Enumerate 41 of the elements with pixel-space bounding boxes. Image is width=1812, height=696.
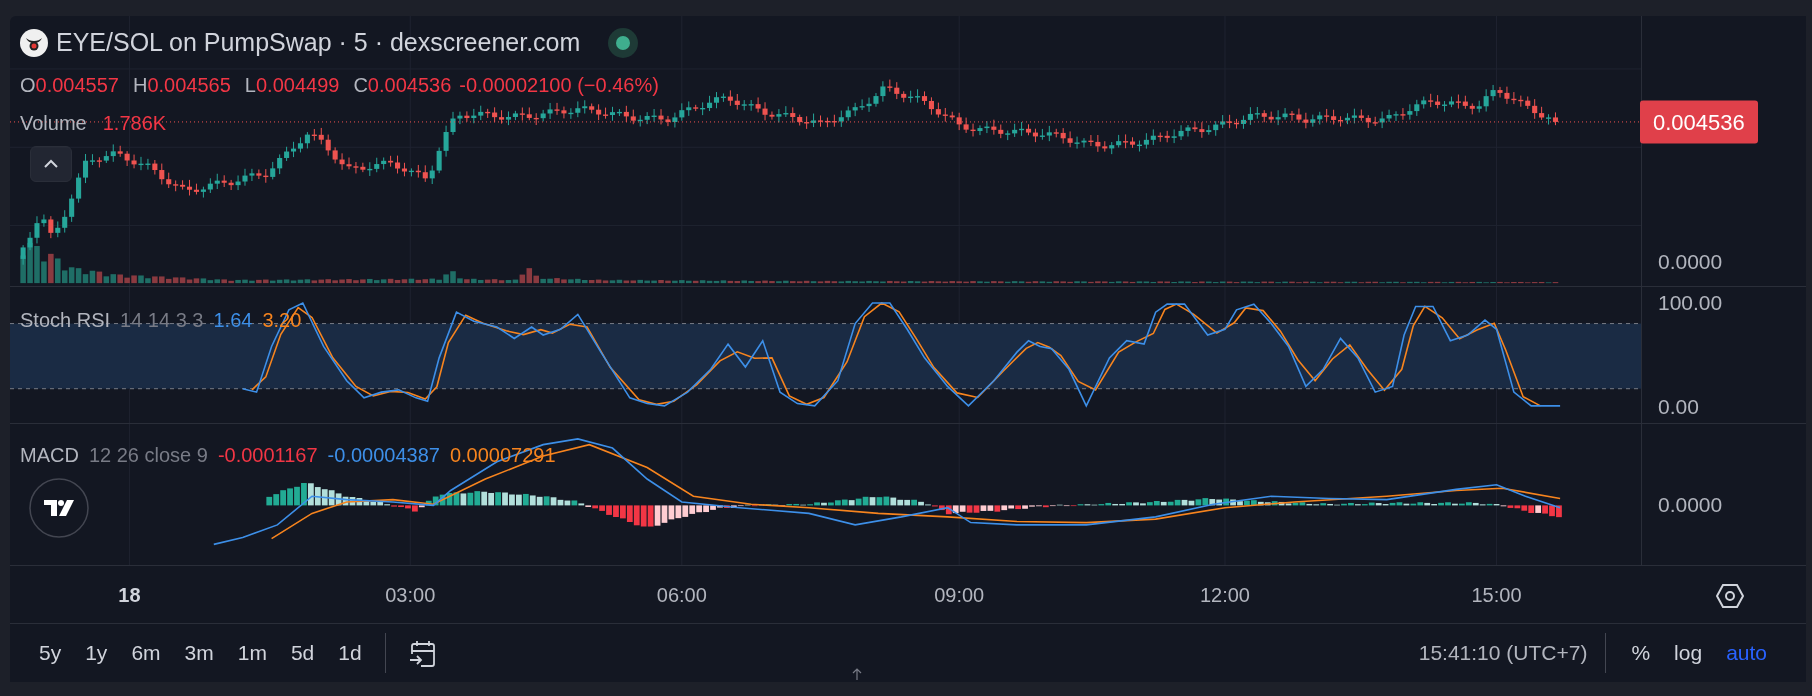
range-button[interactable]: 5d <box>281 633 324 673</box>
indicator-name: Stoch RSI <box>20 308 111 333</box>
chart-title: EYE/SOL on PumpSwap · 5 · dexscreener.com <box>56 27 581 58</box>
indicator-params: 14 14 3 3 <box>120 308 204 333</box>
last-price-label: 0.004536 <box>1640 100 1758 144</box>
ohlc-value: 0.004565 <box>147 72 231 98</box>
ohlc-label: L <box>244 72 256 98</box>
time-axis-label: 06:00 <box>656 582 707 608</box>
volume-value: 1.786K <box>102 110 167 136</box>
stoch-axis-label: 100.00 <box>1658 290 1723 317</box>
time-axis-label: 12:00 <box>1199 582 1250 608</box>
time-axis-label: 18 <box>118 582 141 608</box>
stoch-axis-label: 0.00 <box>1658 394 1699 421</box>
time-axis-label: 09:00 <box>934 582 985 608</box>
price-change: -0.00002100 (−0.46%) <box>459 72 659 98</box>
time-axis-label: 15:00 <box>1471 582 1522 608</box>
range-button[interactable]: 1d <box>329 633 371 673</box>
macd-axis-label: 0.0000 <box>1658 492 1723 519</box>
price-axis-label: 0.0000 <box>1658 249 1723 276</box>
ohlc-label: H <box>133 72 148 98</box>
ohlc-value: 0.004536 <box>367 72 452 98</box>
range-button[interactable]: 6m <box>122 633 170 673</box>
scale-button[interactable]: log <box>1665 633 1712 673</box>
scale-button[interactable]: auto <box>1717 633 1776 673</box>
macd-value: -0.00004387 <box>327 443 440 468</box>
ohlc-label: C <box>353 72 368 98</box>
ohlc-value: 0.004499 <box>256 72 340 98</box>
indicator-name: MACD <box>20 443 79 468</box>
ohlc-label: O <box>20 72 36 98</box>
scale-button[interactable]: % <box>1622 633 1660 673</box>
range-button[interactable]: 1y <box>76 633 117 673</box>
volume-label: Volume <box>20 110 87 136</box>
indicator-params: 12 26 close 9 <box>88 443 208 468</box>
range-button[interactable]: 1m <box>228 633 276 673</box>
range-button[interactable]: 3m <box>175 633 223 673</box>
ohlc-value: 0.004557 <box>35 72 119 98</box>
clock-text: 15:41:10 (UTC+7) <box>1418 640 1588 667</box>
time-axis-label: 03:00 <box>385 582 436 608</box>
stoch-k-value: 1.64 <box>213 308 253 333</box>
range-button[interactable]: 5y <box>30 633 71 673</box>
histogram-value: -0.0001167 <box>217 443 318 468</box>
